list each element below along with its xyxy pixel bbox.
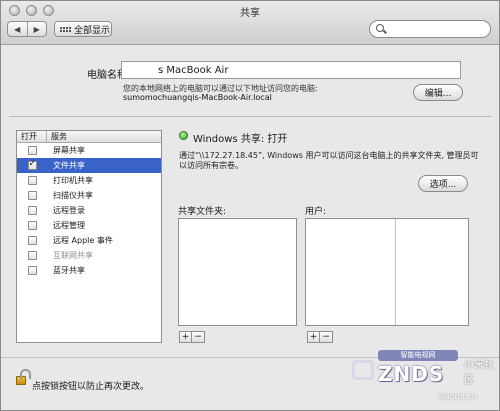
service-label: 远程登录 <box>53 206 85 215</box>
users-column-divider <box>395 219 396 325</box>
back-arrow-icon[interactable]: ◀ <box>8 22 28 36</box>
service-checkbox[interactable] <box>27 236 37 245</box>
service-label: 远程管理 <box>53 221 85 230</box>
service-row[interactable]: 远程 Apple 事件 <box>17 233 161 248</box>
column-service-header[interactable]: 服务 <box>47 131 67 142</box>
sharing-window: 共享 ◀ ▶ 全部显示 电脑名称: s MacBook Air 您的本地网络上的… <box>0 0 500 411</box>
service-row[interactable]: 文件共享 <box>17 158 161 173</box>
service-label: 互联网共享 <box>53 251 93 260</box>
redacted-name <box>128 64 158 76</box>
shared-folders-list[interactable] <box>178 218 297 326</box>
watermark-site: xiaomi.cn <box>438 392 477 401</box>
titlebar: 共享 ◀ ▶ 全部显示 <box>1 1 499 45</box>
status-indicator-icon <box>179 131 188 140</box>
service-checkbox-cell <box>17 266 47 275</box>
service-label: 远程 Apple 事件 <box>53 236 113 245</box>
computer-name-value: s MacBook Air <box>158 65 229 76</box>
grid-icon <box>60 26 71 32</box>
service-checkbox[interactable] <box>27 206 37 215</box>
local-hostname: sumomochuangqis-MacBook-Air.local <box>123 93 272 102</box>
shared-folders-label: 共享文件夹: <box>178 207 227 217</box>
service-checkbox-cell <box>17 236 47 245</box>
service-checkbox[interactable] <box>27 176 37 185</box>
add-user-button[interactable]: + <box>307 331 320 343</box>
service-row[interactable]: 屏幕共享 <box>17 143 161 158</box>
service-checkbox-cell <box>17 146 47 155</box>
search-field[interactable] <box>369 20 491 38</box>
service-label: 文件共享 <box>53 161 85 170</box>
service-row[interactable]: 互联网共享 <box>17 248 161 263</box>
watermark-side-text: 小米社区 <box>464 360 494 386</box>
service-checkbox-cell <box>17 191 47 200</box>
nav-back-forward: ◀ ▶ <box>7 21 47 37</box>
search-icon <box>376 24 384 32</box>
service-checkbox[interactable] <box>27 221 37 230</box>
service-checkbox[interactable] <box>27 266 37 275</box>
service-label: 扫描仪共享 <box>53 191 93 200</box>
watermark-bar-text: 智能电视网 <box>378 350 458 361</box>
service-checkbox-cell <box>17 176 47 185</box>
service-checkbox[interactable] <box>27 146 37 155</box>
service-checkbox-cell <box>17 221 47 230</box>
edit-button[interactable]: 编辑... <box>413 84 463 101</box>
watermark-logo: 智能电视网 ZNDS 小米社区 xiaomi.cn <box>346 342 496 408</box>
services-list: 打开 服务 屏幕共享文件共享打印机共享扫描仪共享远程登录远程管理远程 Apple… <box>16 130 162 343</box>
window-title: 共享 <box>240 8 260 19</box>
lock-message: 点按锁按钮以防止再次更改。 <box>32 382 150 392</box>
forward-arrow-icon[interactable]: ▶ <box>28 22 47 36</box>
service-label: 打印机共享 <box>53 176 93 185</box>
users-label: 用户: <box>305 207 327 217</box>
sharing-description: 通过“\\172.27.18.45”, Windows 用户可以访问这台电脑上的… <box>179 151 479 170</box>
service-row[interactable]: 扫描仪共享 <box>17 188 161 203</box>
services-header: 打开 服务 <box>17 131 161 143</box>
users-list[interactable] <box>305 218 469 326</box>
service-row[interactable]: 蓝牙共享 <box>17 263 161 278</box>
service-checkbox-cell <box>17 206 47 215</box>
service-checkbox-cell <box>17 159 47 170</box>
services-rows: 屏幕共享文件共享打印机共享扫描仪共享远程登录远程管理远程 Apple 事件互联网… <box>17 143 161 278</box>
add-folder-button[interactable]: + <box>179 331 192 343</box>
service-checkbox-cell <box>17 251 47 260</box>
show-all-button[interactable]: 全部显示 <box>54 21 112 37</box>
show-all-label: 全部显示 <box>74 25 111 36</box>
watermark-brand: ZNDS <box>378 362 445 386</box>
service-checkbox[interactable] <box>27 251 37 260</box>
folders-add-remove: + − <box>179 331 205 343</box>
section-divider <box>9 116 491 117</box>
service-checkbox[interactable] <box>27 159 37 170</box>
service-row[interactable]: 远程登录 <box>17 203 161 218</box>
remove-folder-button[interactable]: − <box>192 331 205 343</box>
remove-user-button[interactable]: − <box>320 331 333 343</box>
service-label: 屏幕共享 <box>53 146 85 155</box>
service-row[interactable]: 远程管理 <box>17 218 161 233</box>
column-on-header[interactable]: 打开 <box>17 131 47 142</box>
lock-icon[interactable] <box>16 369 31 385</box>
status-text: Windows 共享: 打开 <box>193 134 288 145</box>
computer-name-input[interactable]: s MacBook Air <box>121 61 461 79</box>
service-label: 蓝牙共享 <box>53 266 85 275</box>
service-checkbox[interactable] <box>27 191 37 200</box>
tv-icon <box>352 360 374 380</box>
service-row[interactable]: 打印机共享 <box>17 173 161 188</box>
users-add-remove: + − <box>307 331 333 343</box>
options-button[interactable]: 选项... <box>418 175 468 192</box>
